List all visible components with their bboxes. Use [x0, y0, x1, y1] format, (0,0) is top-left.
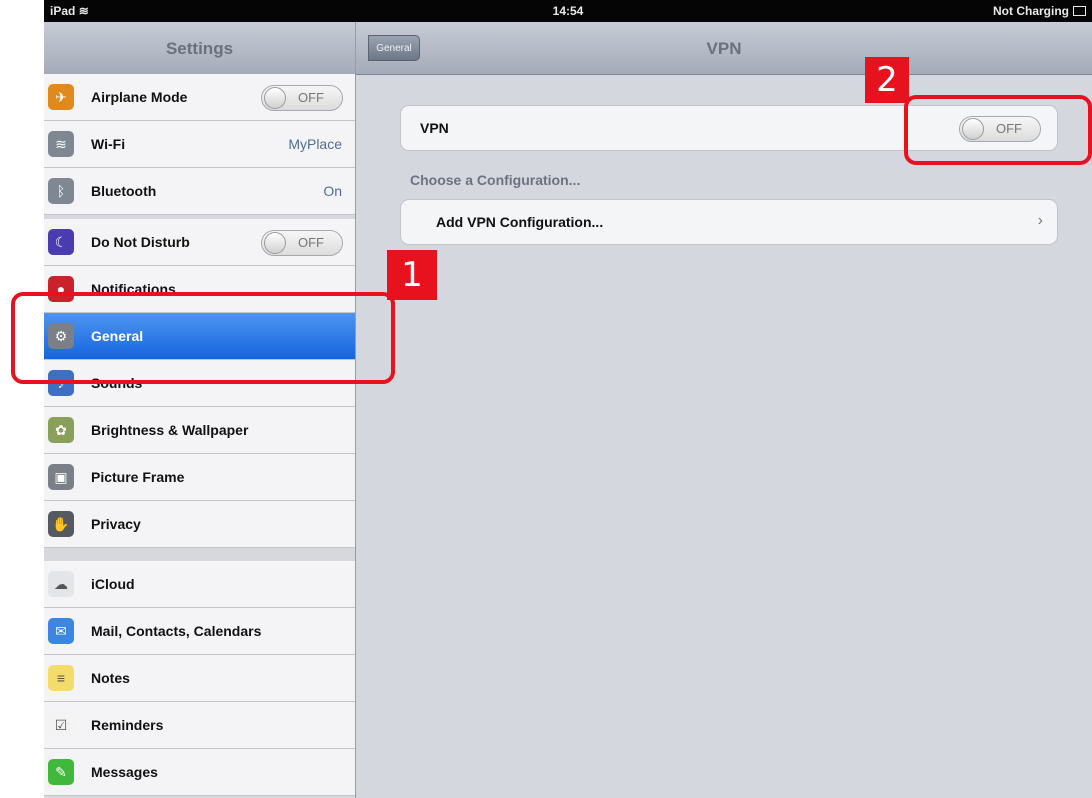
settings-group-apps: ☁ iCloud ✉ Mail, Contacts, Calendars ≡ Notes ☑…	[44, 561, 355, 796]
annotation-box-1	[11, 292, 395, 384]
toggle-switch[interactable]: OFF	[261, 230, 343, 256]
cloud-icon: ☁	[48, 571, 74, 597]
airplane-icon: ✈	[48, 84, 74, 110]
sidebar-item-label: Mail, Contacts, Calendars	[91, 623, 262, 639]
sidebar-nav-bar: Settings	[44, 22, 355, 75]
sidebar-item-value: On	[323, 183, 342, 199]
sidebar-item-label: Messages	[91, 764, 158, 780]
sidebar-item-value: MyPlace	[288, 136, 342, 152]
status-bar: iPad ≋ 14:54 Not Charging	[44, 0, 1092, 22]
status-charging: Not Charging	[993, 4, 1086, 18]
battery-icon	[1073, 6, 1086, 16]
hand-icon: ✋	[48, 511, 74, 537]
bluetooth-icon: ᛒ	[48, 178, 74, 204]
sidebar-item-label: iCloud	[91, 576, 135, 592]
annotation-badge-1: 1	[387, 250, 437, 300]
sidebar-item-label: Privacy	[91, 516, 141, 532]
reminders-icon: ☑	[48, 712, 74, 738]
sidebar-item-messages[interactable]: ✎ Messages	[44, 749, 355, 796]
brightness-wallpaper-icon: ✿	[48, 417, 74, 443]
sidebar-item-bluetooth[interactable]: ᛒ Bluetooth On	[44, 168, 355, 215]
sidebar-item-brightness-wallpaper[interactable]: ✿ Brightness & Wallpaper	[44, 407, 355, 454]
detail-title: VPN	[706, 39, 742, 58]
sidebar-item-label: Do Not Disturb	[91, 234, 190, 250]
settings-sidebar: Settings ✈ Airplane Mode OFF ≋ Wi-Fi MyPlace ᛒ…	[44, 22, 356, 798]
sidebar-item-reminders[interactable]: ☑ Reminders	[44, 702, 355, 749]
moon-icon: ☾	[48, 229, 74, 255]
status-time: 14:54	[552, 4, 584, 18]
sidebar-item-label: Airplane Mode	[91, 89, 188, 105]
settings-group-connectivity: ✈ Airplane Mode OFF ≋ Wi-Fi MyPlace ᛒ Bluetooth…	[44, 74, 355, 215]
toggle-switch[interactable]: OFF	[261, 85, 343, 111]
notes-icon: ≡	[48, 665, 74, 691]
add-vpn-label: Add VPN Configuration...	[436, 214, 604, 230]
sidebar-item-notes[interactable]: ≡ Notes	[44, 655, 355, 702]
chevron-right-icon: ›	[1037, 212, 1043, 229]
messages-icon: ✎	[48, 759, 74, 785]
switch-knob	[264, 232, 286, 254]
sidebar-item-airplane-mode[interactable]: ✈ Airplane Mode OFF	[44, 74, 355, 121]
section-header: Choose a Configuration...	[410, 172, 581, 188]
switch-knob	[264, 87, 286, 109]
sidebar-item-mail-contacts-calendars[interactable]: ✉ Mail, Contacts, Calendars	[44, 608, 355, 655]
sidebar-item-picture-frame[interactable]: ▣ Picture Frame	[44, 454, 355, 501]
sidebar-item-privacy[interactable]: ✋ Privacy	[44, 501, 355, 548]
picture-frame-icon: ▣	[48, 464, 74, 490]
sidebar-item-wi-fi[interactable]: ≋ Wi-Fi MyPlace	[44, 121, 355, 168]
sidebar-item-label: Picture Frame	[91, 469, 185, 485]
sidebar-item-label: Reminders	[91, 717, 164, 733]
sidebar-item-label: Wi-Fi	[91, 136, 126, 152]
annotation-badge-2: 2	[865, 57, 909, 103]
sidebar-title: Settings	[165, 39, 234, 58]
sidebar-item-do-not-disturb[interactable]: ☾ Do Not Disturb OFF	[44, 219, 355, 266]
sidebar-item-icloud[interactable]: ☁ iCloud	[44, 561, 355, 608]
sidebar-item-label: Notes	[91, 670, 130, 686]
detail-nav-bar: General VPN	[356, 22, 1092, 75]
switch-state: OFF	[298, 235, 324, 250]
sidebar-item-label: Brightness & Wallpaper	[91, 422, 249, 438]
switch-state: OFF	[298, 90, 324, 105]
annotation-box-2	[904, 95, 1092, 165]
add-vpn-configuration-row[interactable]: Add VPN Configuration... ›	[400, 199, 1058, 245]
mail-icon: ✉	[48, 618, 74, 644]
sidebar-item-label: Bluetooth	[91, 183, 157, 199]
wifi-icon: ≋	[48, 131, 74, 157]
charging-text: Not Charging	[993, 4, 1069, 18]
vpn-label: VPN	[420, 120, 449, 136]
